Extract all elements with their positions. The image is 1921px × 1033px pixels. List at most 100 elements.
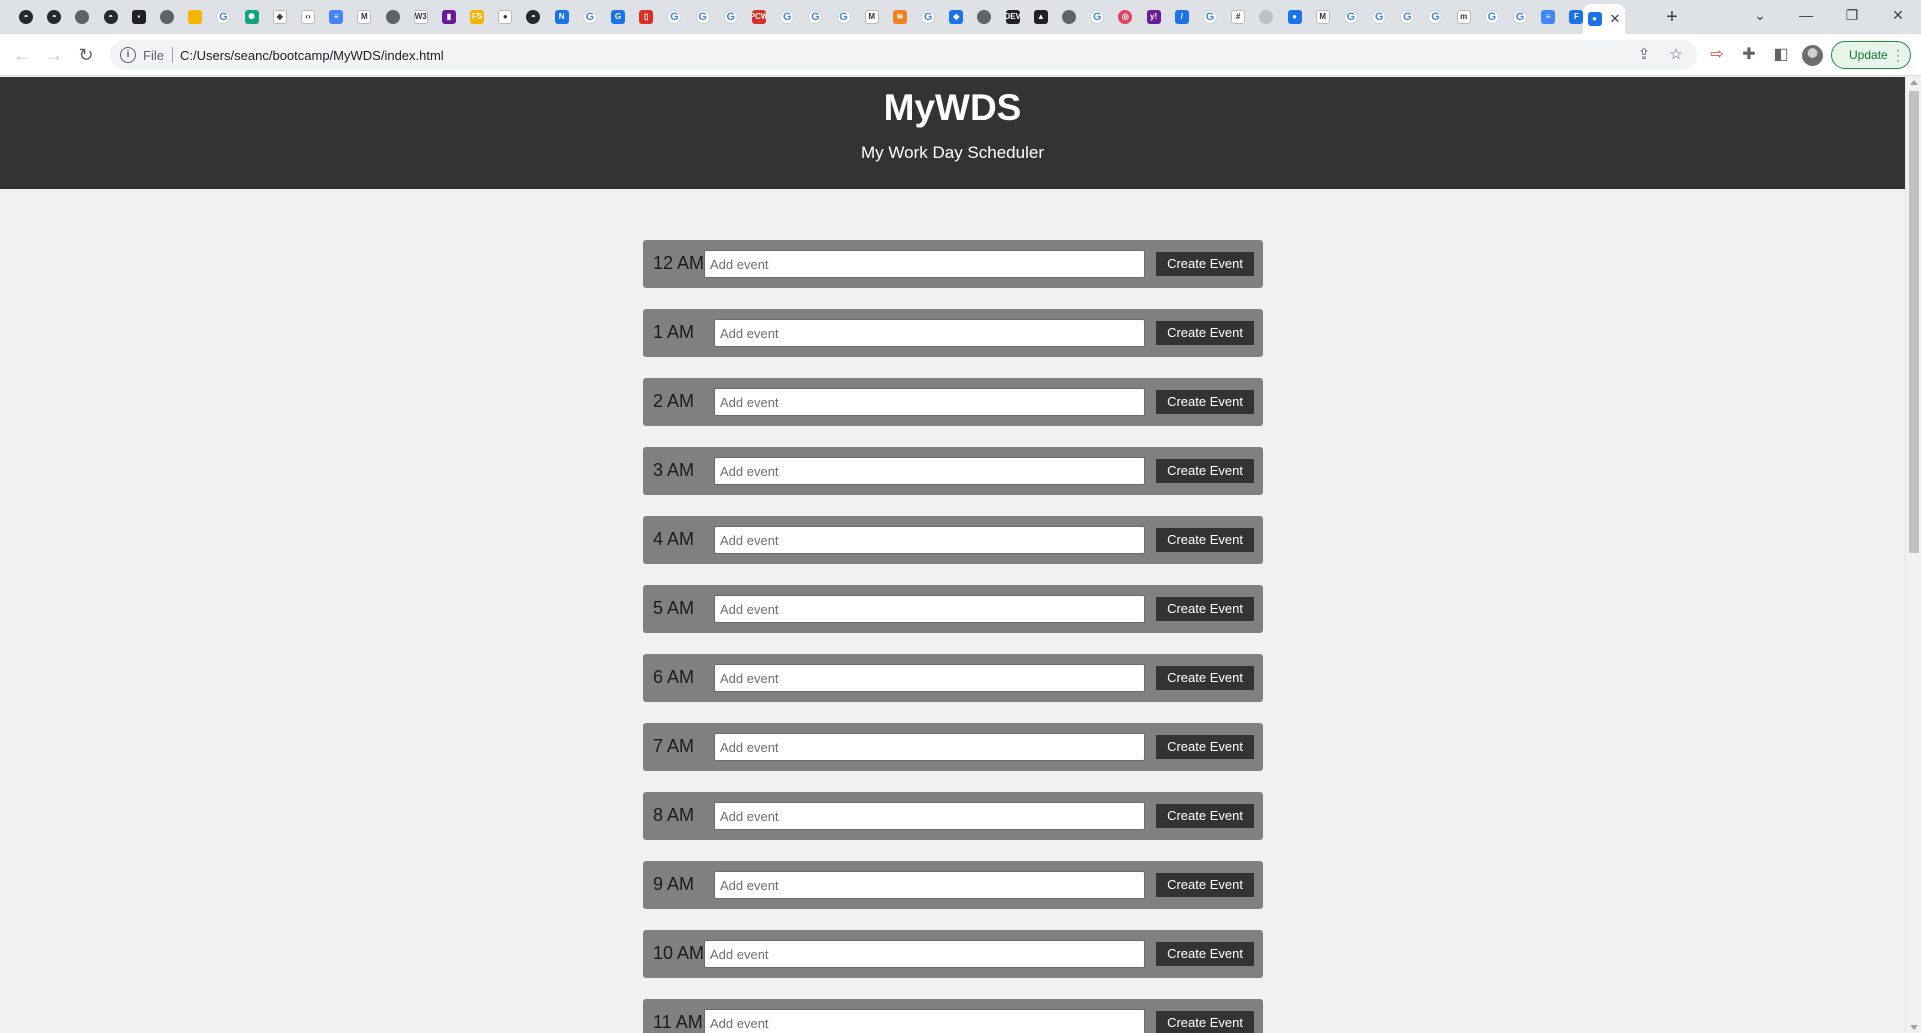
avatar[interactable] (1802, 45, 1823, 66)
browser-tab[interactable]: PCW (745, 6, 773, 28)
browser-tab[interactable]: ▮ (435, 6, 463, 28)
browser-tab[interactable]: G (1365, 6, 1393, 28)
create-event-button[interactable]: Create Event (1156, 873, 1254, 897)
browser-tab[interactable] (1252, 6, 1280, 28)
reload-icon[interactable]: ↻ (73, 42, 99, 68)
event-input[interactable] (704, 1009, 1145, 1033)
browser-tab[interactable]: ≋ (886, 6, 914, 28)
browser-tab[interactable]: ● (491, 6, 519, 28)
browser-tab[interactable]: G (660, 6, 688, 28)
update-button[interactable]: Update · · · (1831, 41, 1911, 69)
create-event-button[interactable]: Create Event (1156, 597, 1254, 621)
create-event-button[interactable]: Create Event (1156, 804, 1254, 828)
browser-tab[interactable] (68, 6, 96, 28)
browser-tab[interactable]: G (689, 6, 717, 28)
create-event-button[interactable]: Create Event (1156, 321, 1254, 345)
create-event-button[interactable]: Create Event (1156, 942, 1254, 966)
scroll-thumb[interactable] (1909, 91, 1919, 553)
event-input[interactable] (714, 664, 1145, 692)
share-icon[interactable]: ⇪ (1635, 46, 1653, 64)
browser-tab[interactable]: G (1506, 6, 1534, 28)
create-event-button[interactable]: Create Event (1156, 735, 1254, 759)
browser-tab[interactable]: DEV (999, 6, 1027, 28)
browser-tab[interactable]: M (350, 6, 378, 28)
scroll-up-arrow-icon[interactable] (1910, 80, 1918, 85)
restore-button[interactable]: ❐ (1829, 0, 1875, 30)
event-input[interactable] (714, 733, 1145, 761)
browser-tab[interactable]: ◓ (40, 6, 68, 28)
event-input[interactable] (714, 526, 1145, 554)
event-input[interactable] (704, 940, 1145, 968)
url-text[interactable]: C:/Users/seanc/bootcamp/MyWDS/index.html (180, 48, 444, 63)
browser-tab[interactable]: ✺ (238, 6, 266, 28)
browser-tab[interactable] (970, 6, 998, 28)
close-window-button[interactable]: ✕ (1875, 0, 1921, 30)
browser-tab[interactable]: ◈ (266, 6, 294, 28)
browser-tab[interactable]: G (1421, 6, 1449, 28)
create-event-button[interactable]: Create Event (1156, 459, 1254, 483)
back-arrow-icon[interactable]: ← (9, 42, 35, 68)
browser-tab[interactable] (153, 6, 181, 28)
browser-tab[interactable]: G (717, 6, 745, 28)
scroll-down-arrow-icon[interactable] (1910, 1025, 1918, 1030)
active-tab[interactable]: ● ✕ (1583, 4, 1625, 34)
browser-tab[interactable]: ◓ (519, 6, 547, 28)
browser-tab[interactable]: ◓ (12, 6, 40, 28)
browser-tab[interactable]: ≡ (1534, 6, 1562, 28)
info-icon[interactable]: i (120, 47, 136, 63)
minimize-button[interactable]: — (1783, 0, 1829, 30)
browser-tab[interactable]: ◆ (942, 6, 970, 28)
browser-tab[interactable]: ● (1280, 6, 1308, 28)
browser-tab[interactable]: W3 (407, 6, 435, 28)
event-input[interactable] (714, 802, 1145, 830)
browser-tab[interactable]: G (209, 6, 237, 28)
side-panel-icon[interactable]: ◧ (1770, 44, 1792, 66)
browser-tab[interactable]: y! (1140, 6, 1168, 28)
browser-tab[interactable]: M (1309, 6, 1337, 28)
browser-tab[interactable]: G (773, 6, 801, 28)
star-icon[interactable]: ☆ (1667, 46, 1685, 64)
create-event-button[interactable]: Create Event (1156, 390, 1254, 414)
puzzle-icon[interactable]: ✚ (1738, 44, 1760, 66)
forward-arrow-icon[interactable]: → (41, 42, 67, 68)
browser-tab[interactable]: G (1478, 6, 1506, 28)
browser-tab[interactable]: # (1224, 6, 1252, 28)
browser-tab[interactable]: G (914, 6, 942, 28)
browser-tab[interactable]: M (858, 6, 886, 28)
address-bar[interactable]: i File C:/Users/seanc/bootcamp/MyWDS/ind… (110, 40, 1697, 70)
event-input[interactable] (714, 595, 1145, 623)
event-input[interactable] (704, 250, 1145, 278)
browser-tab[interactable]: G (801, 6, 829, 28)
browser-tab[interactable]: G (604, 6, 632, 28)
event-input[interactable] (714, 457, 1145, 485)
browser-tab[interactable]: ▲ (1027, 6, 1055, 28)
browser-tab[interactable]: ▪ (125, 6, 153, 28)
browser-tab[interactable]: FS (463, 6, 491, 28)
close-tab-icon[interactable]: ✕ (1610, 11, 1621, 27)
browser-tab[interactable]: ‹› (294, 6, 322, 28)
tab-search-icon[interactable]: ⌄ (1737, 0, 1783, 30)
browser-tab[interactable]: G (1337, 6, 1365, 28)
browser-tab[interactable]: G (576, 6, 604, 28)
event-input[interactable] (714, 871, 1145, 899)
browser-tab[interactable]: G (1083, 6, 1111, 28)
event-input[interactable] (714, 388, 1145, 416)
extension-icon[interactable]: ⇨ (1706, 44, 1728, 66)
browser-tab[interactable]: G (1393, 6, 1421, 28)
scrollbar[interactable] (1905, 77, 1921, 1033)
create-event-button[interactable]: Create Event (1156, 528, 1254, 552)
create-event-button[interactable]: Create Event (1156, 252, 1254, 276)
browser-tab[interactable] (1055, 6, 1083, 28)
browser-tab[interactable]: ≡ (322, 6, 350, 28)
browser-tab[interactable]: G (1196, 6, 1224, 28)
browser-tab[interactable]: N (548, 6, 576, 28)
browser-tab[interactable]: ▯ (632, 6, 660, 28)
browser-tab[interactable] (181, 6, 209, 28)
new-tab-button[interactable]: + (1660, 6, 1684, 28)
browser-tab[interactable]: G (829, 6, 857, 28)
browser-tab[interactable]: ◎ (1111, 6, 1139, 28)
create-event-button[interactable]: Create Event (1156, 1011, 1254, 1033)
event-input[interactable] (714, 319, 1145, 347)
menu-dots-icon[interactable]: · · · (1896, 44, 1900, 66)
browser-tab[interactable]: / (1168, 6, 1196, 28)
